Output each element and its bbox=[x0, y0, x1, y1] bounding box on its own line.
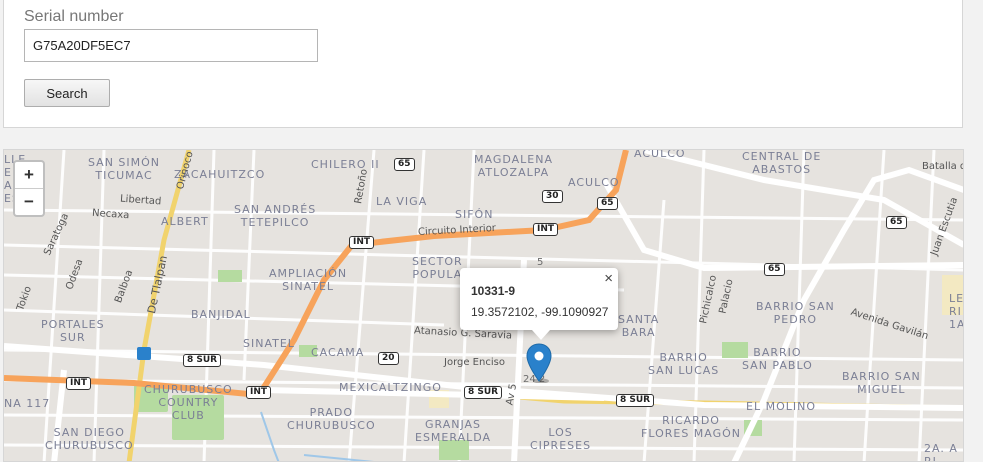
label-na117: NA 117 bbox=[4, 397, 51, 410]
map-view[interactable]: SAN SIMÓN TICUMAC ZACAHUITZCO CHILERO II … bbox=[3, 149, 964, 462]
label-prado: PRADO CHURUBUSCO bbox=[287, 406, 376, 432]
street-batalla: Batalla de bbox=[922, 161, 963, 172]
label-portales: PORTALES SUR bbox=[41, 318, 105, 344]
street-libertad: Libertad bbox=[119, 193, 162, 208]
label-aculco: ACULCO bbox=[568, 176, 620, 189]
label-ampliacion: AMPLIACIÓN SINATEL bbox=[269, 267, 348, 293]
label-san-diego: SAN DIEGO CHURUBUSCO bbox=[45, 426, 134, 452]
serial-number-input[interactable] bbox=[24, 29, 318, 62]
route-shield-65: 65 bbox=[764, 263, 785, 276]
route-shield-8-sur: 8 SUR bbox=[183, 354, 222, 367]
route-shield-30: 30 bbox=[542, 190, 563, 203]
route-shield-65: 65 bbox=[886, 216, 907, 229]
label-san-andres: SAN ANDRÉS TETEPILCO bbox=[234, 203, 317, 229]
location-marker[interactable] bbox=[526, 343, 552, 388]
label-barrio-san-pablo: BARRIO SAN PABLO bbox=[742, 346, 813, 372]
label-right-2a: 2A. A RI bbox=[924, 442, 958, 462]
label-sector-popular: SECTOR POPULA bbox=[412, 255, 463, 281]
label-la-viga: LA VIGA bbox=[376, 195, 428, 208]
label-albert: ALBERT bbox=[161, 215, 209, 228]
search-panel: Serial number Search bbox=[3, 0, 963, 128]
route-shield-8-sur: 8 SUR bbox=[616, 394, 655, 407]
label-barrio-san-pedro: BARRIO SAN PEDRO bbox=[756, 300, 835, 326]
label-right-fragment: LERI1A. bbox=[949, 292, 964, 331]
street-jorge-enciso: Jorge Enciso bbox=[444, 357, 505, 368]
street-necaxa: Necaxa bbox=[91, 207, 130, 222]
popup-coordinates: 19.3572102, -99.1090927 bbox=[471, 305, 609, 319]
label-granjas: GRANJAS ESMERALDA bbox=[415, 418, 492, 444]
zoom-control: + − bbox=[13, 160, 45, 217]
label-el-molino: EL MOLINO bbox=[746, 400, 816, 413]
label-cacama: CACAMA bbox=[311, 346, 365, 359]
label-santa-barbara: SANTA BARA bbox=[618, 313, 660, 339]
label-san-simon: SAN SIMÓN TICUMAC bbox=[88, 156, 161, 182]
popup-title: 10331-9 bbox=[471, 284, 516, 298]
label-magdalena: MAGDALENA ATLOZALPA bbox=[474, 153, 553, 179]
label-ricardo: RICARDO FLORES MAGÓN bbox=[641, 414, 742, 440]
route-shield-20: 20 bbox=[378, 352, 399, 365]
route-shield-int: INT bbox=[246, 386, 272, 399]
label-aculco-top: ACULCO bbox=[634, 149, 686, 160]
route-shield-int: INT bbox=[349, 236, 375, 249]
marker-popup: 10331-9 19.3572102, -99.1090927 × bbox=[460, 268, 618, 340]
label-sinatel: SINATEL bbox=[243, 337, 295, 350]
route-shield-65: 65 bbox=[597, 197, 618, 210]
zoom-in-button[interactable]: + bbox=[15, 162, 43, 189]
label-barrio-san-lucas: BARRIO SAN LUCAS bbox=[648, 351, 720, 377]
route-shield-int: INT bbox=[66, 377, 92, 390]
route-shield-65: 65 bbox=[394, 158, 415, 171]
popup-tip bbox=[532, 330, 550, 340]
search-button[interactable]: Search bbox=[24, 79, 110, 107]
zoom-out-button[interactable]: − bbox=[15, 189, 43, 215]
route-shield-int: INT bbox=[533, 223, 559, 236]
route-shield-8-sur: 8 SUR bbox=[464, 386, 503, 399]
popup-close-button[interactable]: × bbox=[604, 270, 613, 287]
map-pin-icon bbox=[526, 343, 552, 384]
label-churubusco-cc: CHURUBUSCO COUNTRY CLUB bbox=[144, 383, 233, 422]
label-central-abastos: CENTRAL DE ABASTOS bbox=[742, 150, 822, 176]
serial-number-label: Serial number bbox=[24, 8, 124, 25]
label-banjidal: BANJIDAL bbox=[191, 308, 251, 321]
label-barrio-san-miguel: BARRIO SAN MIGUEL bbox=[842, 370, 921, 396]
label-sifon: SIFÓN bbox=[455, 208, 494, 221]
label-mexicaltzingo: MEXICALTZINGO bbox=[339, 381, 442, 394]
label-los-cipreses: LOS CIPRESES bbox=[530, 426, 592, 452]
